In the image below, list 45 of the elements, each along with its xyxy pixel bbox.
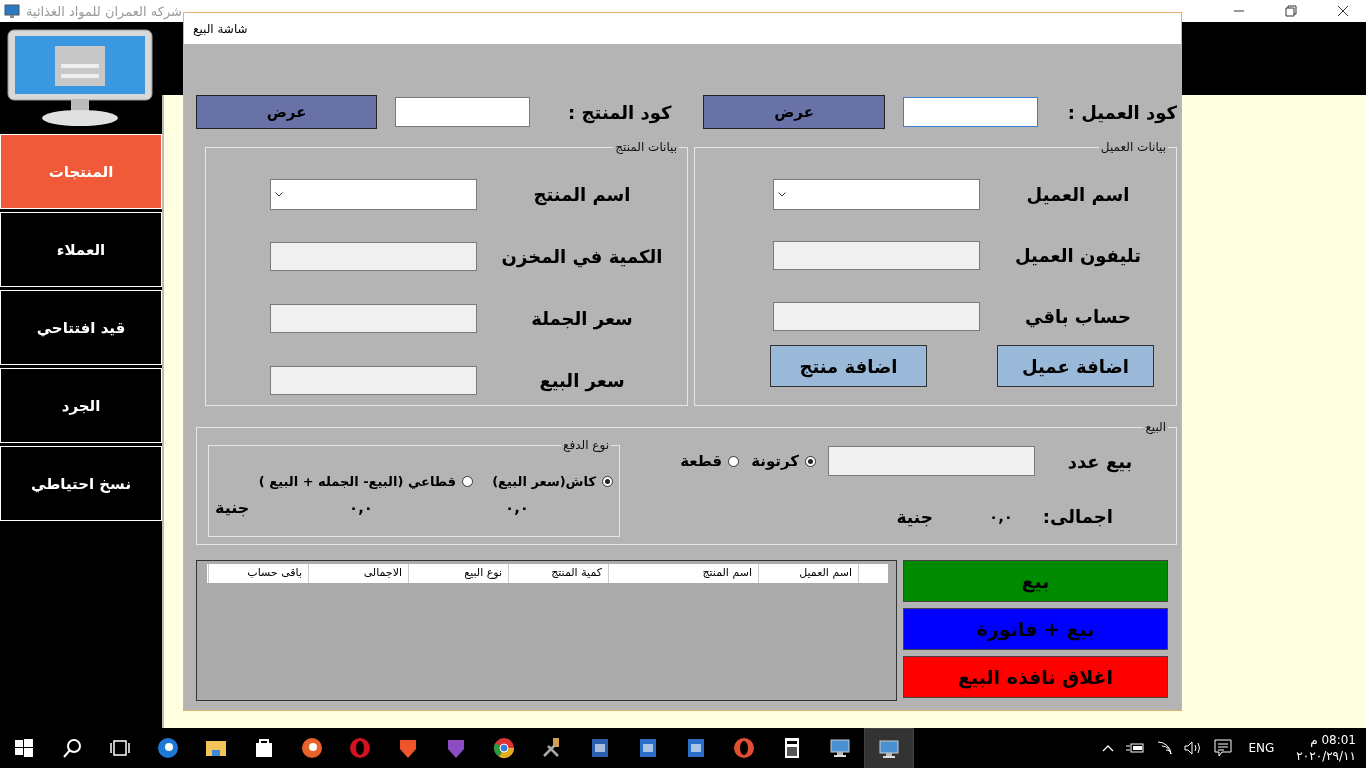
sidebar-item[interactable]: الجرد [0,368,162,443]
clock-date[interactable]: ٢٠٢٠/٢٩/١١ [1296,748,1356,764]
column-header[interactable]: اسم العميل [758,564,858,583]
show-button[interactable]: عرض [703,95,885,129]
group-title: بيانات المنتج [613,140,679,154]
show-button[interactable]: عرض [196,95,378,129]
column-header[interactable]: اسم المنتج [608,564,758,583]
amount-value: ٠,٠ [505,499,529,517]
radio-option[interactable]: قطاعي (البيع- الجمله + البيع ) [258,474,473,489]
sidebar-item[interactable]: قيد افتتاحي [0,290,162,365]
amount-value: ٠,٠ [349,499,373,517]
action-button[interactable]: بيع [903,560,1168,602]
field-label: سعر البيع [538,370,626,391]
field-label: اسم المنتج [532,184,632,205]
field-label: تليفون العميل [1014,245,1142,266]
field-label: حساب باقي [1024,306,1132,327]
group-title: البيع [1143,420,1168,434]
group-title: نوع الدفع [561,438,611,452]
radio-option[interactable]: كاش(سعر البيع) [492,474,613,489]
field-label: سعر الجملة [530,308,634,329]
sidebar-item[interactable]: العملاء [0,212,162,287]
clock-time[interactable]: 08:01 م [1310,732,1356,748]
window-title: شركه العمران للمواد الغذائية [26,3,182,19]
column-header[interactable]: الاجمالى [308,564,408,583]
radio-option[interactable]: كرتونة [751,452,816,470]
add-button[interactable]: اضافة عميل [997,345,1154,387]
field-label: بيع عدد [1066,450,1134,472]
total-label: اجمالى: [1041,506,1113,527]
language-indicator[interactable]: ENG [1248,741,1275,755]
field-label: الكمية في المخزن [500,246,664,267]
currency-label: جنية [896,506,933,527]
field-label: اسم العميل [1025,184,1131,205]
column-header[interactable]: كمية المنتج [508,564,608,583]
currency-label: جنية [215,498,250,517]
add-button[interactable]: اضافة منتج [770,345,927,387]
total-value: ٠,٠ [988,507,1013,526]
dialog-title: شاشة البيع [193,21,248,36]
field-label: كود المنتج : [567,101,672,123]
radio-option[interactable]: قطعة [680,452,740,470]
column-header[interactable]: نوع البيع [408,564,508,583]
field-label: كود العميل : [1066,101,1177,123]
column-header[interactable]: باقى حساب [208,564,308,583]
sidebar-item[interactable]: نسخ احتياطي [0,446,162,521]
group-title: بيانات العميل [1098,140,1168,154]
action-button[interactable]: اغلاق نافذه البيع [903,656,1168,698]
